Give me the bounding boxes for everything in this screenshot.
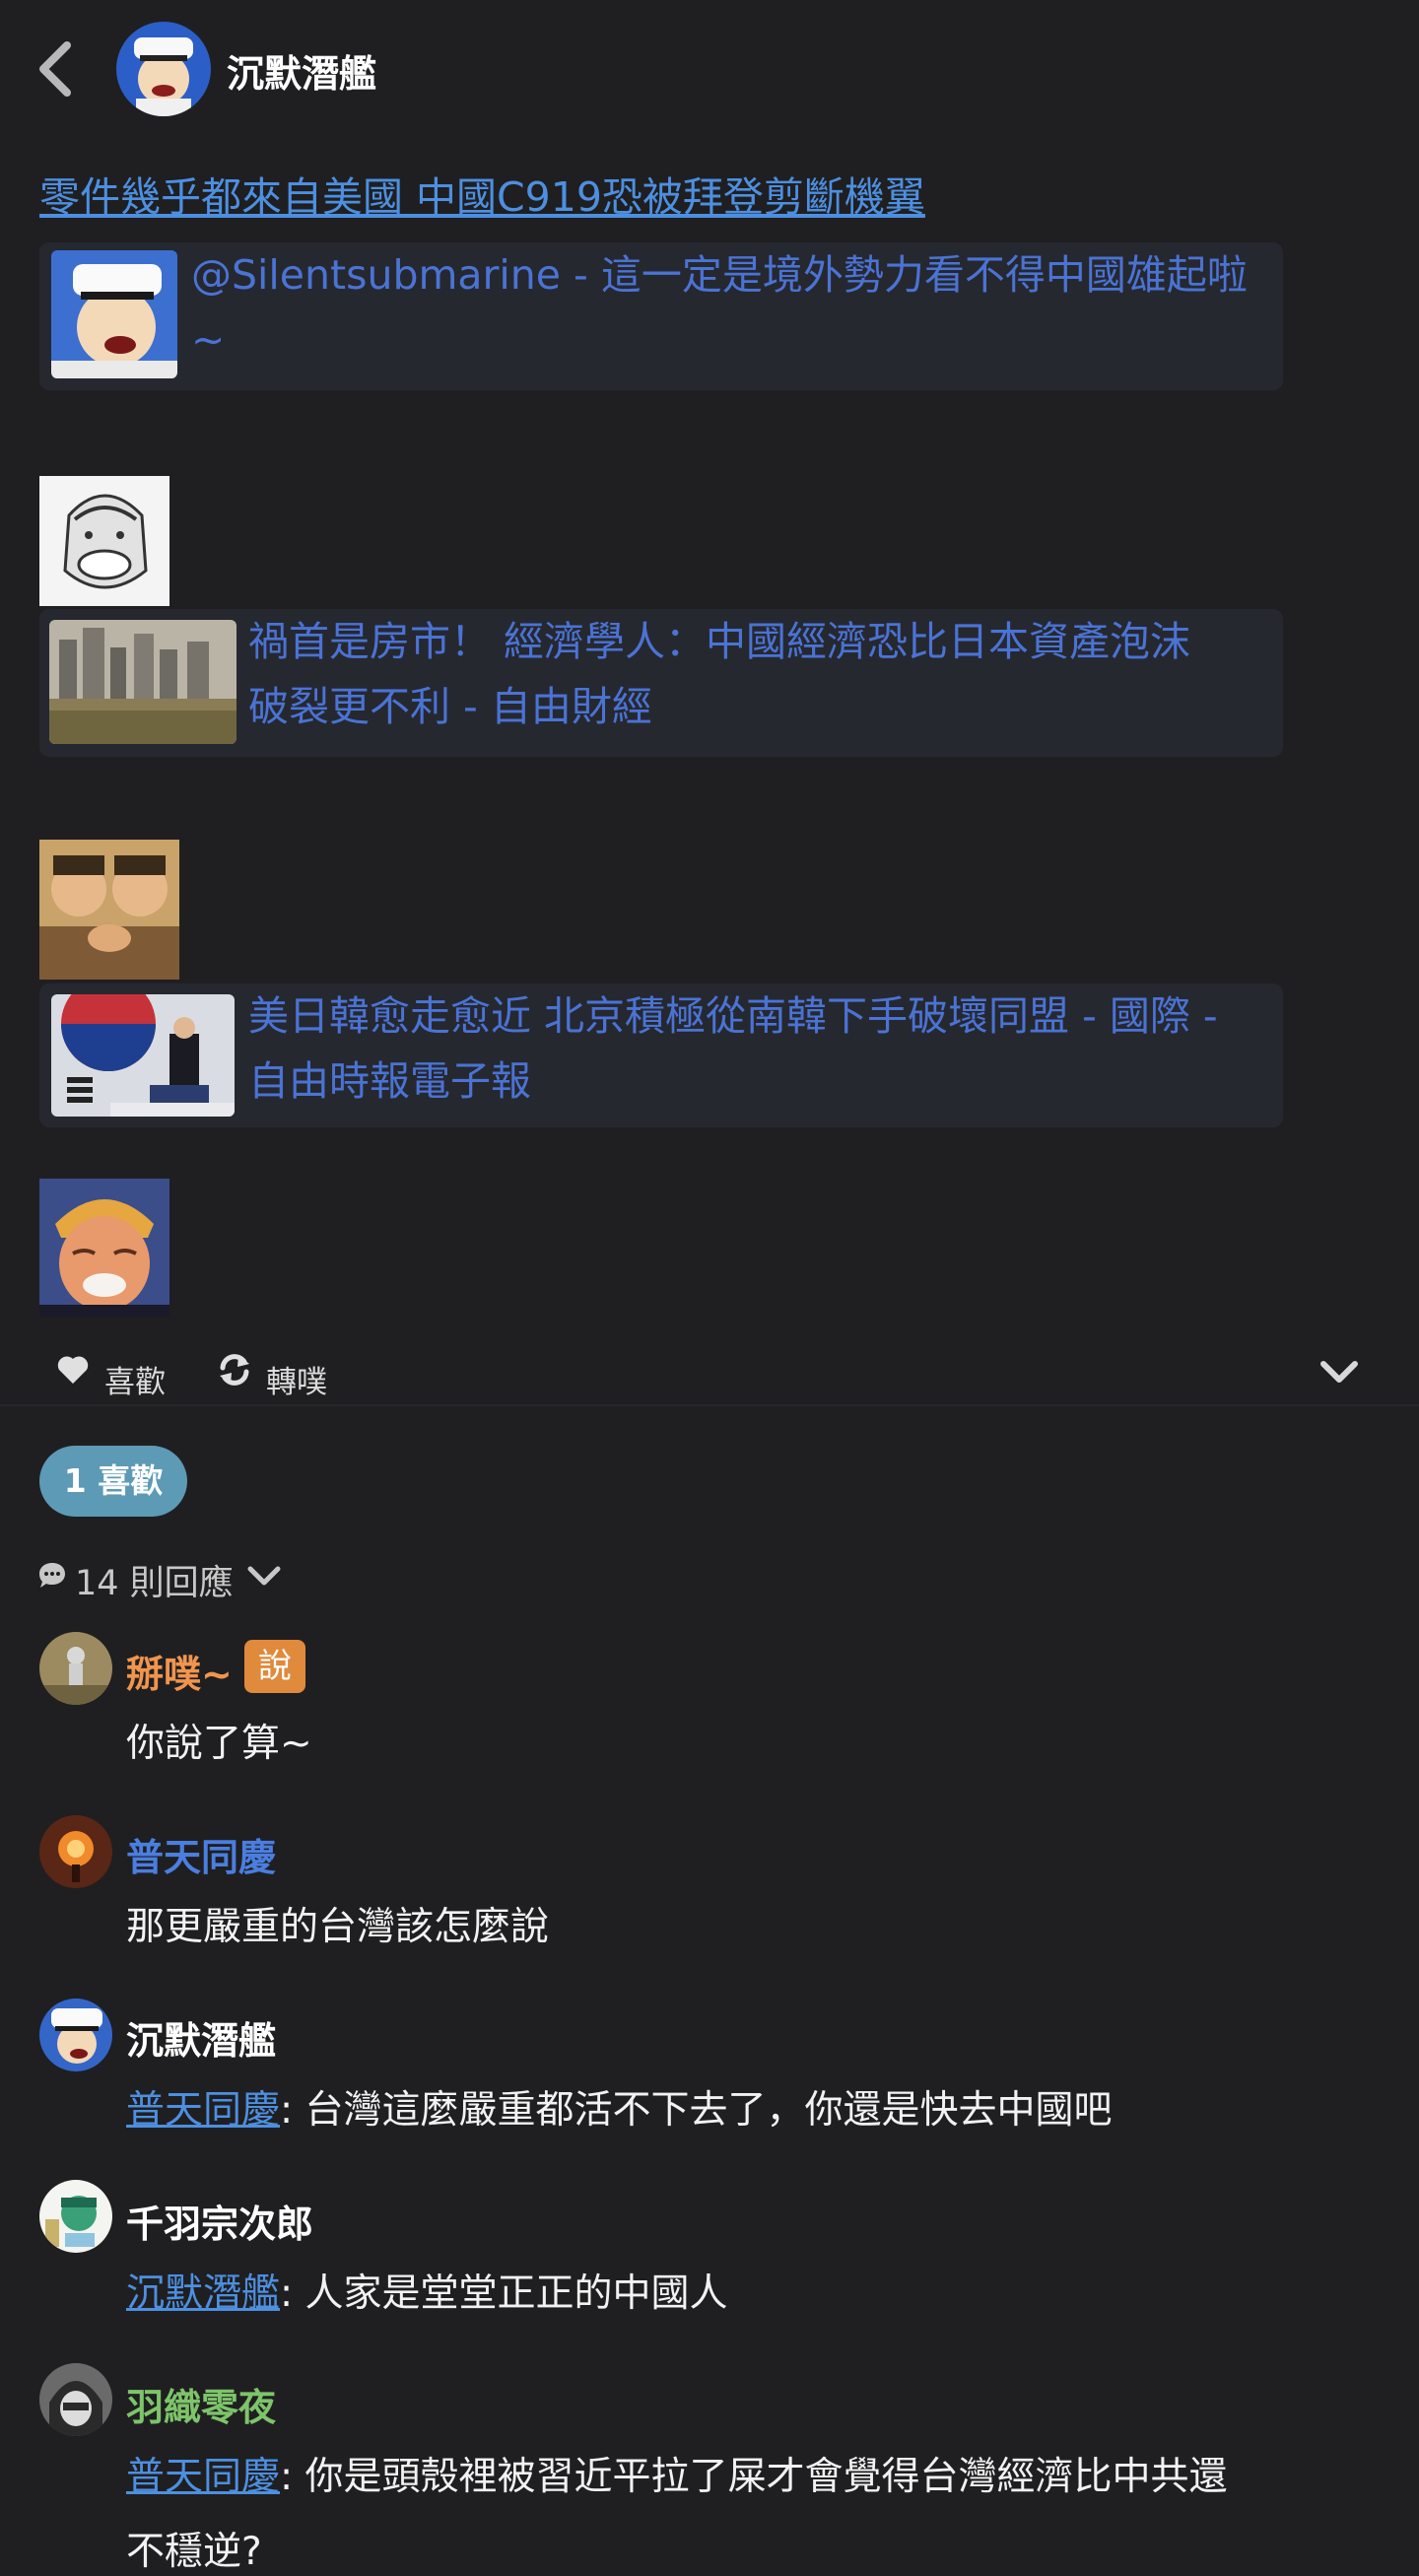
- replurk-icon[interactable]: [217, 1352, 252, 1388]
- commenter-avatar[interactable]: [39, 2180, 112, 2253]
- card-title-line: 自由時報電子報: [248, 1057, 531, 1105]
- card-title-line: 美日韓愈走愈近 北京積極從南韓下手破壞同盟 - 國際 -: [248, 992, 1218, 1040]
- commenter-name[interactable]: 掰噗~: [126, 1644, 233, 1698]
- meme-image: [39, 840, 179, 980]
- mention-link[interactable]: 普天同慶: [126, 2088, 280, 2133]
- comment-text: 沉默潛艦: 人家是堂堂正正的中國人: [126, 2263, 728, 2318]
- likes-count-button[interactable]: 1 喜歡: [39, 1446, 187, 1517]
- says-badge: 說: [244, 1640, 305, 1693]
- card-thumbnail: [51, 994, 235, 1117]
- comment-body: : 你是頭殼裡被習近平拉了屎才會覺得台灣經濟比中共還: [280, 2455, 1228, 2499]
- link-preview-card[interactable]: @Silentsubmarine - 這一定是境外勢力看不得中國雄起啦 ~: [39, 242, 1283, 390]
- like-button[interactable]: 喜歡: [104, 1357, 166, 1401]
- meme-image: [39, 1179, 169, 1317]
- link-preview-card[interactable]: 美日韓愈走愈近 北京積極從南韓下手破壞同盟 - 國際 - 自由時報電子報: [39, 983, 1283, 1127]
- card-thumbnail: [51, 250, 177, 378]
- comment-text: 那更嚴重的台灣該怎麼說: [126, 1905, 550, 1949]
- commenter-name[interactable]: 羽織零夜: [126, 2377, 276, 2431]
- replurk-button[interactable]: 轉噗: [266, 1357, 327, 1401]
- mention-link[interactable]: 普天同慶: [126, 2455, 280, 2499]
- card-title-line: 破裂更不利 - 自由財經: [248, 683, 652, 730]
- link-preview-card[interactable]: 禍首是房市！ 經濟學人：中國經濟恐比日本資產泡沫 破裂更不利 - 自由財經: [39, 609, 1283, 757]
- comment-text: 你說了算~: [126, 1722, 312, 1766]
- likes-count-label: 1 喜歡: [63, 1461, 164, 1500]
- chevron-down-icon[interactable]: [246, 1565, 282, 1589]
- top-bar: 沉默潛艦: [0, 0, 1419, 138]
- back-arrow-icon[interactable]: [34, 39, 79, 99]
- chevron-down-icon[interactable]: [1318, 1358, 1360, 1386]
- poster-name[interactable]: 沉默潛艦: [227, 43, 376, 98]
- commenter-avatar[interactable]: [39, 2363, 112, 2436]
- heart-icon[interactable]: [55, 1354, 91, 1386]
- commenter-name[interactable]: 普天同慶: [126, 1827, 276, 1881]
- post-title-link[interactable]: 零件幾乎都來自美國 中國C919恐被拜登剪斷機翼: [39, 164, 925, 223]
- commenter-name[interactable]: 千羽宗次郎: [126, 2194, 313, 2248]
- commenter-name[interactable]: 沉默潛艦: [126, 2010, 276, 2065]
- comment-body: : 人家是堂堂正正的中國人: [280, 2271, 728, 2316]
- card-title-line: @Silentsubmarine - 這一定是境外勢力看不得中國雄起啦: [191, 251, 1248, 299]
- commenter-avatar[interactable]: [39, 1999, 112, 2071]
- meme-image: [39, 476, 169, 606]
- comment-text: 普天同慶: 台灣這麼嚴重都活不下去了，你還是快去中國吧: [126, 2079, 1113, 2135]
- commenter-avatar[interactable]: [39, 1632, 112, 1705]
- speech-bubble-icon: [39, 1563, 65, 1588]
- divider: [0, 1404, 1419, 1406]
- card-thumbnail: [49, 620, 236, 744]
- card-title-line: ~: [191, 316, 226, 364]
- comment-text: 普天同慶: 你是頭殼裡被習近平拉了屎才會覺得台灣經濟比中共還: [126, 2446, 1228, 2501]
- mention-link[interactable]: 沉默潛艦: [126, 2271, 280, 2316]
- comment-body: : 台灣這麼嚴重都活不下去了，你還是快去中國吧: [280, 2088, 1113, 2133]
- card-title-line: 禍首是房市！ 經濟學人：中國經濟恐比日本資產泡沫: [248, 618, 1191, 665]
- commenter-avatar[interactable]: [39, 1815, 112, 1888]
- comment-text-continued: 不穩逆?: [126, 2530, 262, 2574]
- reply-count[interactable]: 14 則回應: [75, 1555, 234, 1605]
- poster-avatar[interactable]: [116, 22, 211, 116]
